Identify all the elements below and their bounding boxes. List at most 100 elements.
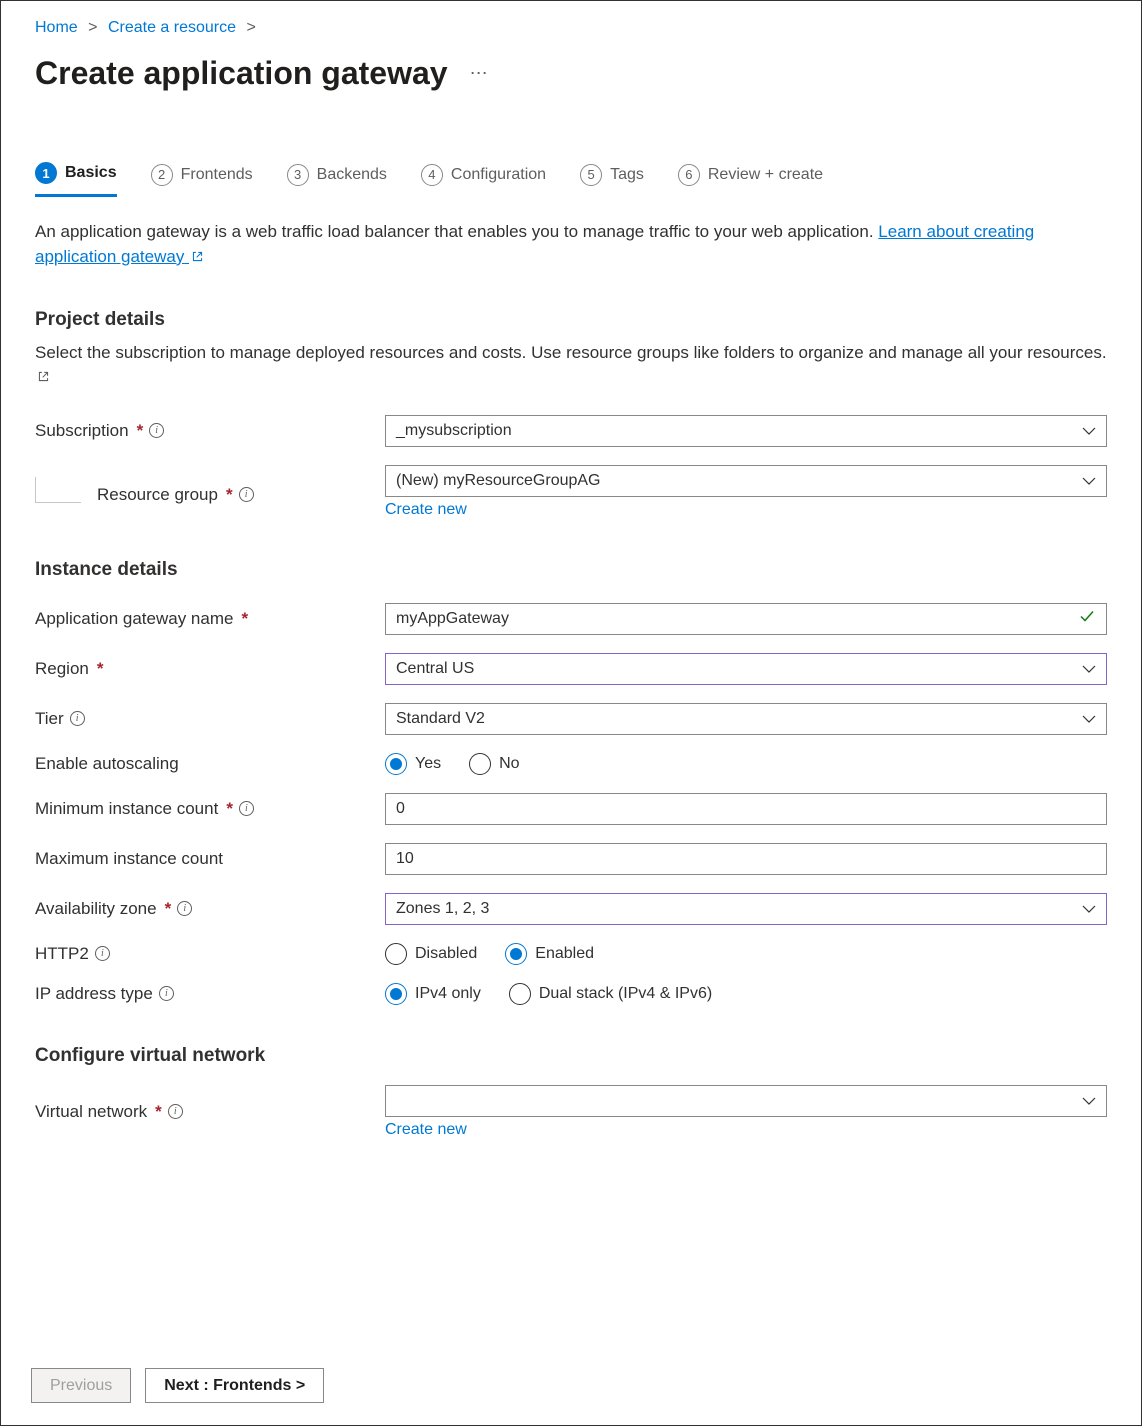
info-icon[interactable]: i [95,946,110,961]
tab-label: Backends [317,166,387,184]
virtual-network-dropdown[interactable] [385,1085,1107,1117]
availability-zone-value: Zones 1, 2, 3 [396,900,489,918]
tier-value: Standard V2 [396,710,485,728]
chevron-down-icon [1082,905,1096,913]
vnet-heading: Configure virtual network [35,1045,1107,1067]
required-icon: * [137,421,144,441]
chevron-down-icon [1082,427,1096,435]
external-link-icon [37,370,50,383]
virtual-network-label: Virtual network [35,1102,147,1122]
tree-connector-icon [35,477,81,503]
http2-disabled-radio[interactable]: Disabled [385,943,477,965]
project-desc-text: Select the subscription to manage deploy… [35,343,1107,362]
availability-zone-label: Availability zone [35,899,157,919]
subscription-dropdown[interactable]: _mysubscription [385,415,1107,447]
ip-type-label: IP address type [35,984,153,1004]
tier-label: Tier [35,709,64,729]
step-number-icon: 3 [287,164,309,186]
region-label: Region [35,659,89,679]
gateway-name-label: Application gateway name [35,609,233,629]
radio-label: No [499,755,519,773]
autoscaling-no-radio[interactable]: No [469,753,519,775]
gateway-name-input[interactable] [385,603,1107,635]
ipv4-only-radio[interactable]: IPv4 only [385,983,481,1005]
chevron-down-icon [1082,1097,1096,1105]
required-icon: * [97,659,104,679]
info-icon[interactable]: i [159,986,174,1001]
wizard-tabs: 1 Basics 2 Frontends 3 Backends 4 Config… [35,162,1107,198]
region-value: Central US [396,660,474,678]
subscription-label: Subscription [35,421,129,441]
tab-label: Frontends [181,166,253,184]
breadcrumb-home[interactable]: Home [35,19,78,36]
instance-details-heading: Instance details [35,559,1107,581]
required-icon: * [226,485,233,505]
breadcrumb: Home > Create a resource > [35,19,1107,37]
step-number-icon: 5 [580,164,602,186]
autoscaling-label: Enable autoscaling [35,754,179,774]
info-icon[interactable]: i [239,801,254,816]
chevron-down-icon [1082,715,1096,723]
intro-span: An application gateway is a web traffic … [35,222,878,241]
radio-label: Yes [415,755,441,773]
info-icon[interactable]: i [149,423,164,438]
intro-text: An application gateway is a web traffic … [35,220,1107,269]
http2-enabled-radio[interactable]: Enabled [505,943,594,965]
breadcrumb-create-resource[interactable]: Create a resource [108,19,236,36]
tab-label: Configuration [451,166,546,184]
tab-basics[interactable]: 1 Basics [35,162,117,197]
radio-label: IPv4 only [415,985,481,1003]
chevron-down-icon [1082,477,1096,485]
tab-label: Review + create [708,166,823,184]
resource-group-dropdown[interactable]: (New) myResourceGroupAG [385,465,1107,497]
more-actions-icon[interactable]: ⋯ [470,63,490,84]
tab-label: Tags [610,166,644,184]
previous-button: Previous [31,1368,131,1403]
step-number-icon: 6 [678,164,700,186]
create-new-vnet-link[interactable]: Create new [385,1121,467,1139]
radio-label: Dual stack (IPv4 & IPv6) [539,985,712,1003]
step-number-icon: 1 [35,162,57,184]
dual-stack-radio[interactable]: Dual stack (IPv4 & IPv6) [509,983,712,1005]
tab-configuration[interactable]: 4 Configuration [421,162,546,197]
radio-label: Disabled [415,945,477,963]
next-button[interactable]: Next : Frontends > [145,1368,324,1403]
project-details-desc: Select the subscription to manage deploy… [35,341,1107,389]
availability-zone-dropdown[interactable]: Zones 1, 2, 3 [385,893,1107,925]
info-icon[interactable]: i [70,711,85,726]
autoscaling-yes-radio[interactable]: Yes [385,753,441,775]
http2-label: HTTP2 [35,944,89,964]
checkmark-icon [1079,608,1095,629]
radio-label: Enabled [535,945,594,963]
step-number-icon: 2 [151,164,173,186]
create-new-resource-group-link[interactable]: Create new [385,501,467,519]
subscription-value: _mysubscription [396,422,512,440]
tab-tags[interactable]: 5 Tags [580,162,644,197]
required-icon: * [155,1102,162,1122]
page-title: Create application gateway [35,55,448,92]
min-instance-label: Minimum instance count [35,799,218,819]
tab-backends[interactable]: 3 Backends [287,162,387,197]
required-icon: * [226,799,233,819]
chevron-down-icon [1082,665,1096,673]
tier-dropdown[interactable]: Standard V2 [385,703,1107,735]
tab-review-create[interactable]: 6 Review + create [678,162,823,197]
max-instance-label: Maximum instance count [35,849,223,869]
tab-label: Basics [65,164,117,182]
project-details-heading: Project details [35,309,1107,331]
tab-frontends[interactable]: 2 Frontends [151,162,253,197]
region-dropdown[interactable]: Central US [385,653,1107,685]
chevron-right-icon: > [88,19,97,36]
max-instance-input[interactable] [385,843,1107,875]
resource-group-label: Resource group [97,485,218,505]
step-number-icon: 4 [421,164,443,186]
resource-group-value: (New) myResourceGroupAG [396,472,601,490]
min-instance-input[interactable] [385,793,1107,825]
info-icon[interactable]: i [177,901,192,916]
external-link-icon [191,250,204,263]
required-icon: * [241,609,248,629]
chevron-right-icon: > [246,19,255,36]
info-icon[interactable]: i [239,487,254,502]
info-icon[interactable]: i [168,1104,183,1119]
required-icon: * [165,899,172,919]
